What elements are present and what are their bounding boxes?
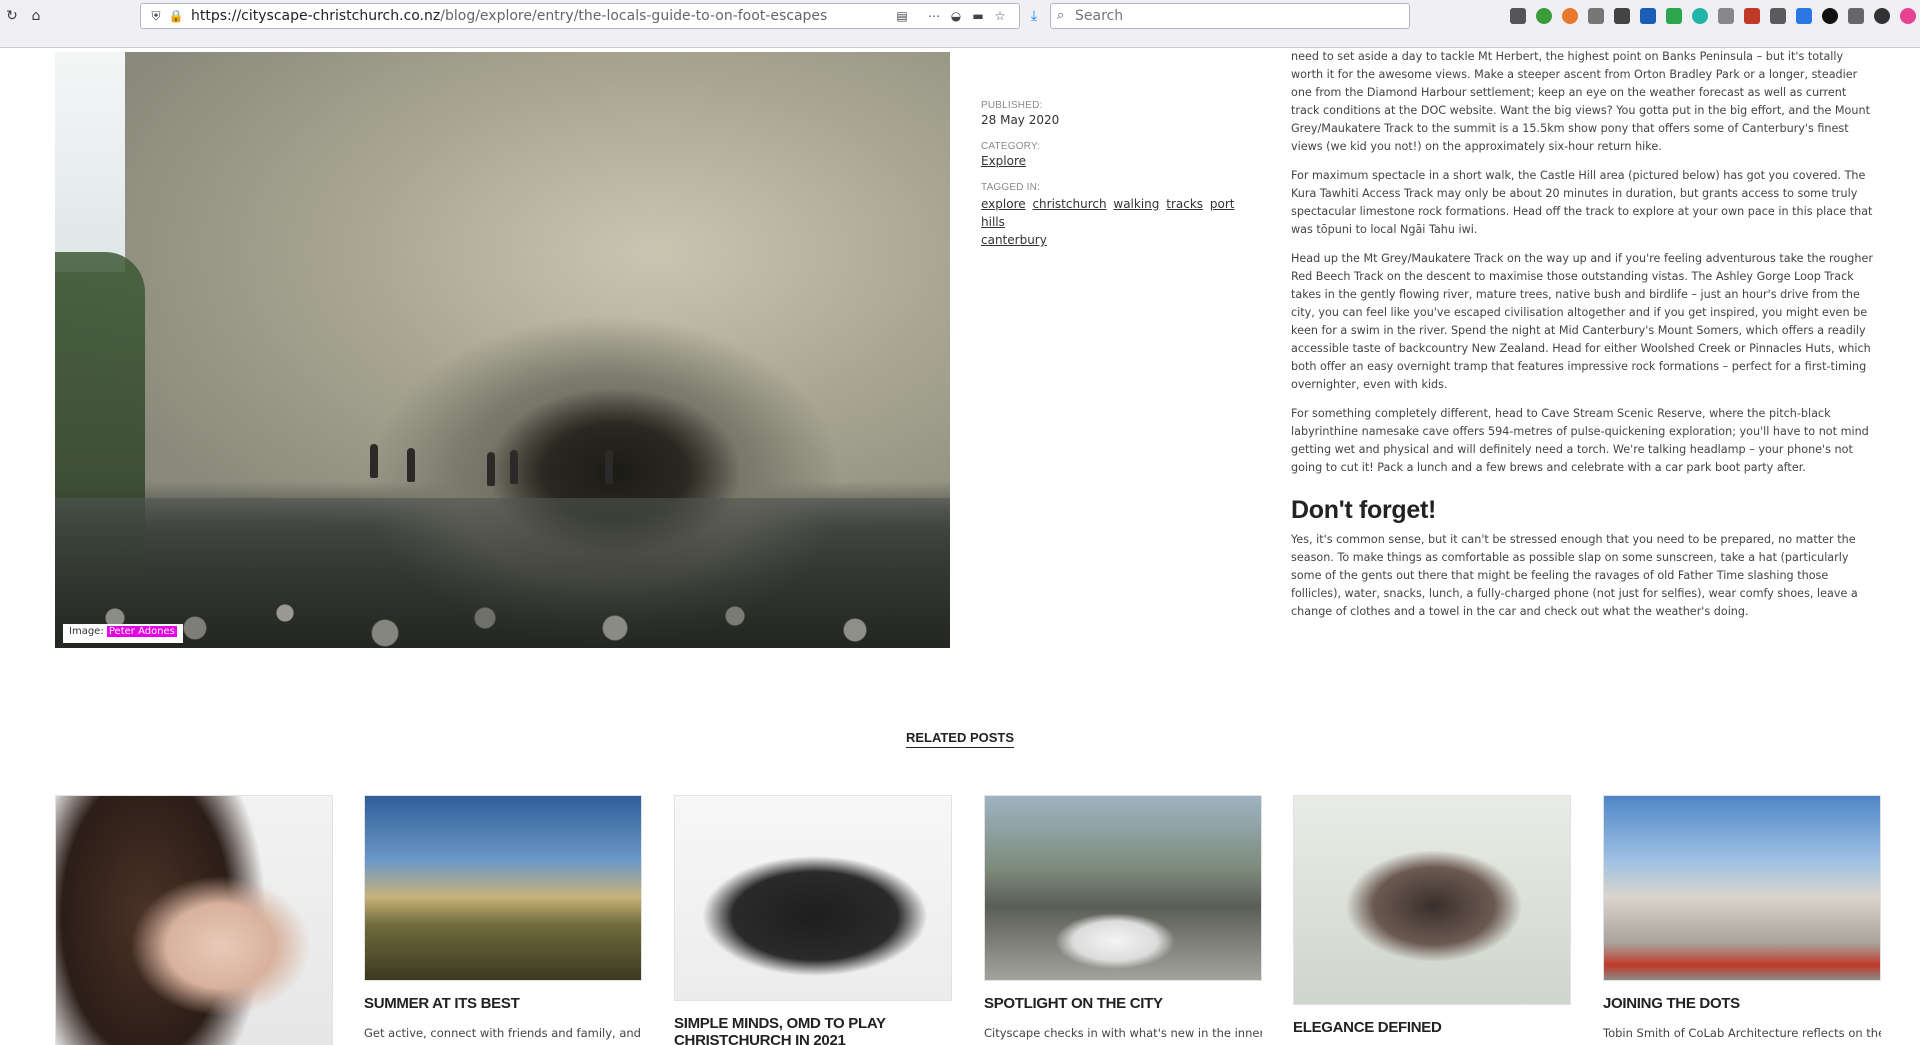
card-title[interactable]: Summer at its best <box>364 995 642 1012</box>
search-icon: ⌕ <box>1057 8 1065 23</box>
card-title[interactable]: Simple Minds, OMD to play Christchurch i… <box>674 1015 952 1045</box>
card-excerpt: Get active, connect with friends and fam… <box>364 1026 641 1040</box>
card-image[interactable] <box>674 795 952 1001</box>
bookmark-star-icon[interactable]: ☆ <box>991 7 1009 25</box>
related-posts-heading: Related posts <box>0 730 1920 748</box>
flag-icon[interactable]: ▬ <box>969 7 987 25</box>
article-body: need to set aside a day to tackle Mt Her… <box>1291 48 1878 632</box>
extension-black-icon[interactable] <box>1822 8 1838 24</box>
search-input[interactable] <box>1075 7 1395 25</box>
extension-blue-icon[interactable] <box>1796 8 1812 24</box>
article-paragraph: Yes, it's common sense, but it can't be … <box>1291 533 1858 618</box>
extension-pink-icon[interactable] <box>1900 8 1916 24</box>
caption-label: Image: <box>69 626 104 637</box>
hero-person <box>370 444 378 478</box>
article-paragraph: Head up the Mt Grey/Maukatere Track on t… <box>1291 252 1873 391</box>
section-heading: Don't forget! <box>1291 496 1437 524</box>
tag-link[interactable]: tracks <box>1166 197 1203 211</box>
card-title[interactable]: Spotlight on the city <box>984 995 1262 1012</box>
extension-s-icon[interactable] <box>1640 8 1656 24</box>
tag-link[interactable]: walking <box>1113 197 1159 211</box>
article-paragraph: For something completely different, head… <box>1291 407 1869 474</box>
tag-list: explore christchurch walking tracks port… <box>981 195 1241 249</box>
related-card[interactable]: Spotlight on the city Cityscape checks i… <box>984 795 1262 1040</box>
image-caption: Image: Peter Adones <box>63 624 183 643</box>
hero-rocks <box>55 588 950 648</box>
category-link[interactable]: Explore <box>981 154 1026 168</box>
card-image[interactable] <box>984 795 1262 981</box>
extension-green-icon[interactable] <box>1536 8 1552 24</box>
extension-dark-icon[interactable] <box>1614 8 1630 24</box>
published-label: Published: <box>981 100 1043 111</box>
pocket-icon[interactable]: ◒ <box>947 7 965 25</box>
hero-person <box>510 450 518 484</box>
related-card[interactable]: Joining the dots Tobin Smith of CoLab Ar… <box>1603 795 1881 1040</box>
lock-icon[interactable]: 🔒 <box>167 7 185 25</box>
tag-link[interactable]: explore <box>981 197 1026 211</box>
published-date: 28 May 2020 <box>981 113 1060 127</box>
card-excerpt: Tobin Smith of CoLab Architecture reflec… <box>1603 1026 1881 1040</box>
extension-orange-icon[interactable] <box>1562 8 1578 24</box>
browser-toolbar: ↻ ⌂ ⛨ 🔒 https://cityscape-christchurch.c… <box>0 0 1920 48</box>
hero-person <box>487 452 495 486</box>
search-bar[interactable]: ⌕ <box>1050 3 1410 29</box>
extension-grid-icon[interactable] <box>1718 8 1734 24</box>
category-label: Category: <box>981 141 1041 152</box>
extension-chart-icon[interactable] <box>1666 8 1682 24</box>
card-image[interactable] <box>1603 795 1881 981</box>
article-paragraph: For maximum spectacle in a short walk, t… <box>1291 169 1873 236</box>
url-bar[interactable]: ⛨ 🔒 https://cityscape-christchurch.co.nz… <box>140 3 1020 29</box>
extension-teal-icon[interactable] <box>1692 8 1708 24</box>
reload-icon[interactable]: ↻ <box>2 6 22 26</box>
card-title[interactable]: Elegance defined <box>1293 1019 1571 1036</box>
card-excerpt: Cityscape checks in with what's new in t… <box>984 1026 1262 1040</box>
reader-view-icon[interactable]: ▤ <box>893 7 911 25</box>
related-card[interactable] <box>55 795 333 1045</box>
related-card[interactable]: Elegance defined <box>1293 795 1571 1045</box>
card-title[interactable]: Joining the dots <box>1603 995 1881 1012</box>
download-icon[interactable]: ⤓ <box>1024 6 1044 26</box>
home-icon[interactable]: ⌂ <box>26 6 46 26</box>
hero-sky <box>55 52 125 272</box>
library-icon[interactable] <box>1510 8 1526 24</box>
tag-link[interactable]: christchurch <box>1032 197 1106 211</box>
hero-person <box>407 448 415 482</box>
url-text[interactable]: https://cityscape-christchurch.co.nz/blo… <box>191 8 827 24</box>
extension-circle-icon[interactable] <box>1874 8 1890 24</box>
article-paragraph: need to set aside a day to tackle Mt Her… <box>1291 50 1870 153</box>
tag-link[interactable]: canterbury <box>981 233 1047 247</box>
shield-icon[interactable]: ⛨ <box>147 7 165 25</box>
caption-credit-link[interactable]: Peter Adones <box>106 626 177 637</box>
hero-person <box>605 450 613 484</box>
page-actions-icon[interactable]: ⋯ <box>925 7 943 25</box>
card-image[interactable] <box>364 795 642 981</box>
post-meta: Published: 28 May 2020 Category: Explore… <box>981 100 1241 263</box>
devtools-icon[interactable] <box>1848 8 1864 24</box>
extension-red-icon[interactable] <box>1744 8 1760 24</box>
sidebar-icon[interactable] <box>1588 8 1604 24</box>
hero-image <box>55 52 950 648</box>
related-card[interactable]: Simple Minds, OMD to play Christchurch i… <box>674 795 952 1045</box>
related-card[interactable]: Summer at its best Get active, connect w… <box>364 795 642 1040</box>
extension-tools-icon[interactable] <box>1770 8 1786 24</box>
card-image[interactable] <box>1293 795 1571 1005</box>
tagged-label: Tagged in: <box>981 182 1041 193</box>
card-image[interactable] <box>55 795 333 1045</box>
